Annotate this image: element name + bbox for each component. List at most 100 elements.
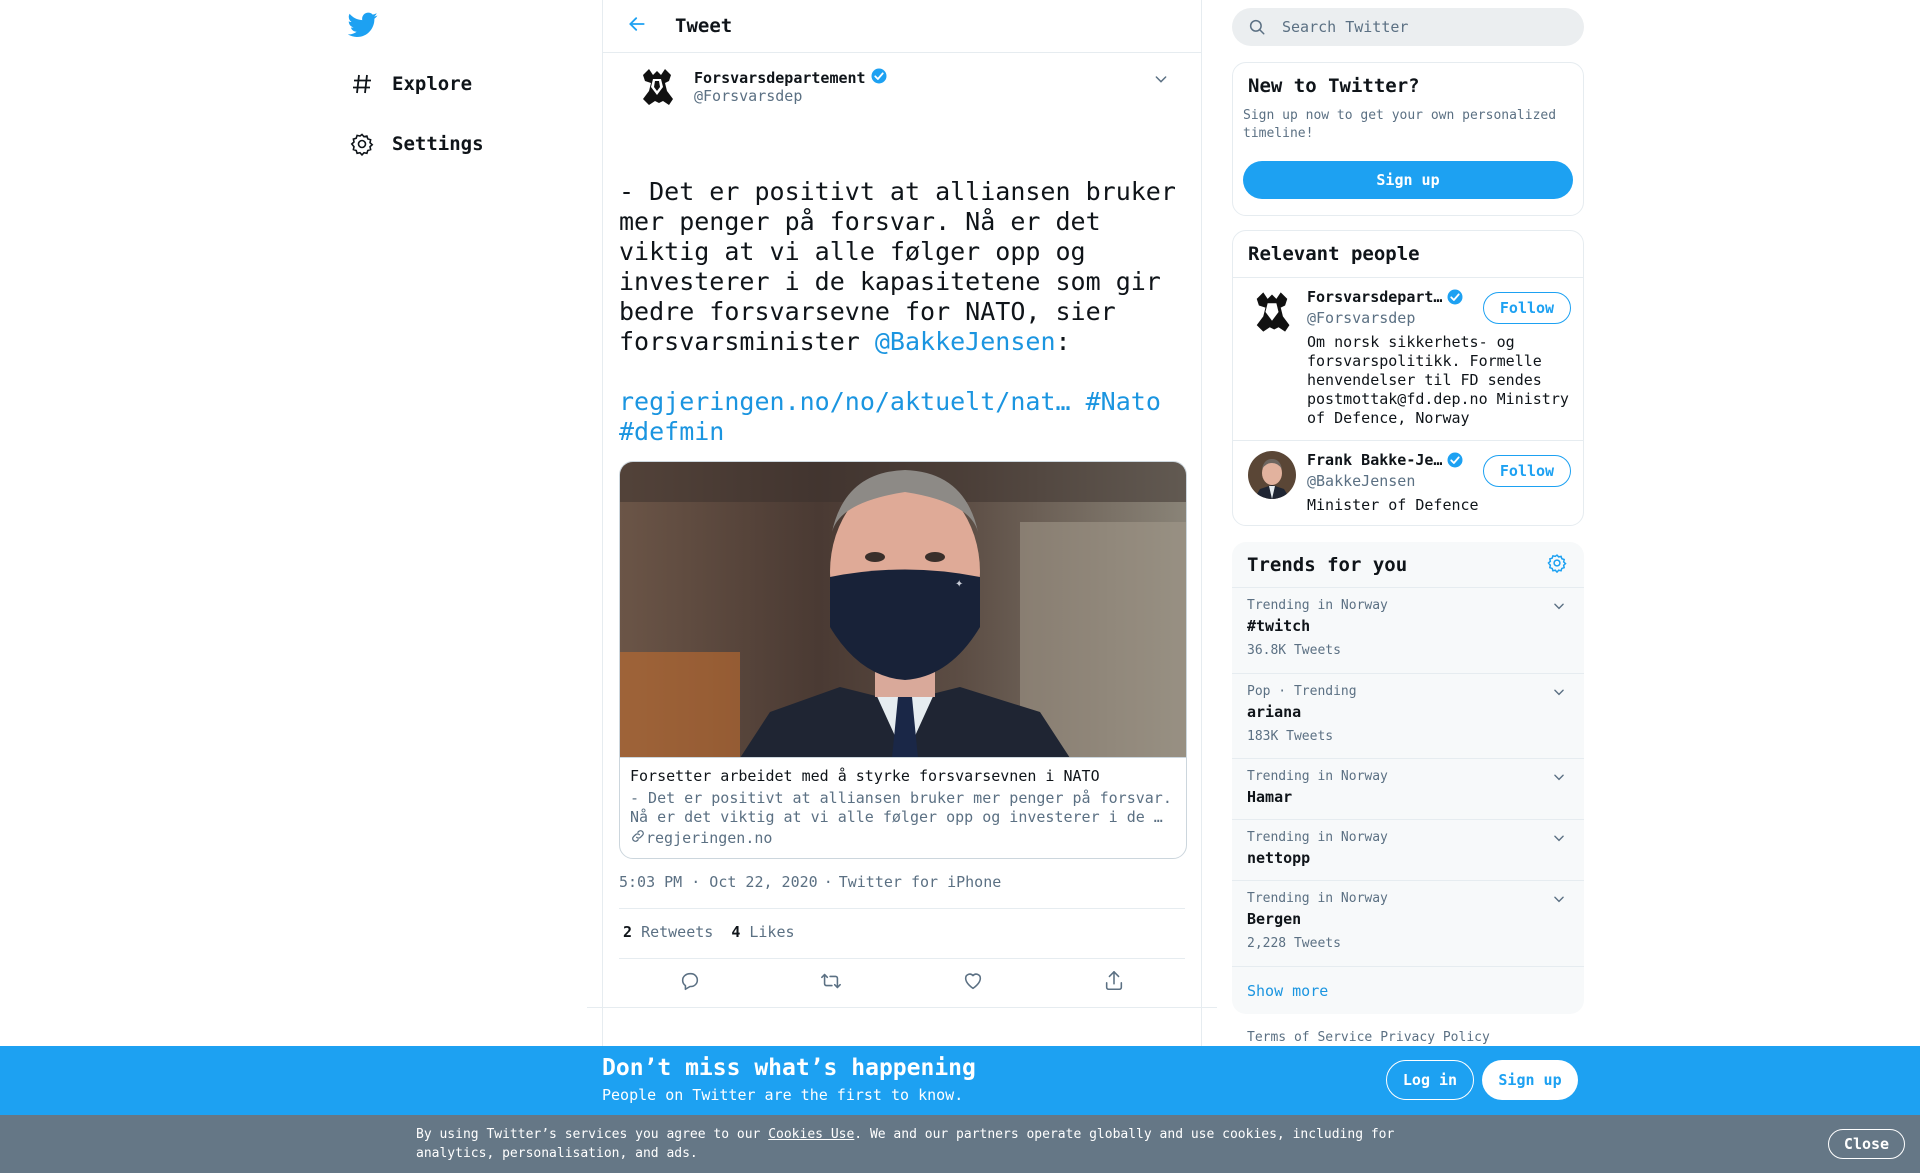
trend-item[interactable]: Trending in Norway nettopp [1232,819,1584,880]
search-bar[interactable] [1232,8,1584,46]
person-item[interactable]: Forsvarsdepart… @Forsvarsdep Om norsk si… [1233,277,1583,440]
person-bio: Minister of Defence [1307,496,1479,514]
chevron-down-icon [1552,598,1566,617]
tweet-menu-button[interactable] [1149,69,1173,93]
tweet-header: Forsvarsdepartement @Forsvarsdep [619,53,1185,125]
tweet-url-link[interactable]: regjeringen.no/no/aktuelt/nat… [619,387,1071,416]
author-avatar[interactable] [635,65,681,111]
login-button[interactable]: Log in [1386,1060,1474,1100]
nav-explore[interactable]: Explore [348,64,472,104]
retweets-label: Retweets [641,923,714,941]
share-button[interactable] [1094,963,1134,1003]
avatar[interactable] [1248,288,1296,336]
author-handle[interactable]: @Forsvarsdep [694,87,802,105]
new-to-twitter-box: New to Twitter? Sign up now to get your … [1232,62,1584,216]
divider [619,908,1185,909]
twitter-bird-icon[interactable] [347,12,380,44]
new-to-twitter-subtitle: Sign up now to get your own personalized… [1243,108,1557,141]
card-image: ✦ [620,462,1186,758]
card-domain: regjeringen.no [630,828,1176,848]
trend-name: nettopp [1247,849,1311,867]
signup-button[interactable]: Sign up [1482,1060,1578,1100]
heart-icon [962,970,984,996]
reply-button[interactable] [670,963,710,1003]
like-button[interactable] [953,963,993,1003]
person-handle: @BakkeJensen [1307,472,1416,490]
tweet-mention-link[interactable]: @BakkeJensen [875,327,1056,356]
avatar[interactable] [1248,451,1296,499]
tweet-metadata: 5:03 PM · Oct 22, 2020 · Twitter for iPh… [619,873,1001,891]
back-button[interactable] [619,8,655,44]
trend-menu-button[interactable] [1548,889,1570,911]
relevant-people-title: Relevant people [1248,243,1420,265]
link-preview-card[interactable]: ✦ Forsetter arbeidet med å styrke forsva… [619,461,1187,859]
trend-item[interactable]: Trending in Norway Bergen 2,228 Tweets [1232,880,1584,966]
chevron-down-icon [1552,769,1566,788]
sidebar-signup-button[interactable]: Sign up [1243,161,1573,199]
trend-count: 36.8K Tweets [1247,643,1341,658]
search-input[interactable] [1282,18,1562,36]
person-name[interactable]: Forsvarsdepart… [1307,288,1467,306]
verified-badge-icon [870,67,888,89]
tweet-source[interactable]: Twitter for iPhone [839,873,1002,891]
trend-count: 183K Tweets [1247,729,1334,744]
trend-menu-button[interactable] [1548,828,1570,850]
trends-title: Trends for you [1247,554,1408,576]
cookie-text: By using Twitter’s services you agree to… [416,1125,1416,1163]
trend-menu-button[interactable] [1548,682,1570,704]
follow-button[interactable]: Follow [1483,455,1571,487]
tweet-text-colon: : [1055,327,1071,356]
page-title: Tweet [675,15,733,37]
person-item[interactable]: Frank Bakke-Je… @BakkeJensen Minister of… [1233,440,1583,525]
cookie-close-button[interactable]: Close [1828,1129,1905,1159]
trend-menu-button[interactable] [1548,596,1570,618]
tweet-text: - Det er positivt at alliansen bruker me… [619,177,1194,447]
card-body: Forsetter arbeidet med å styrke forsvars… [620,758,1186,857]
new-to-twitter-title: New to Twitter? [1248,75,1420,97]
person-name[interactable]: Frank Bakke-Je… [1307,451,1467,469]
signup-banner-title: Don’t miss what’s happening [602,1055,976,1081]
follow-button[interactable]: Follow [1483,292,1571,324]
trend-item[interactable]: Pop · Trending ariana 183K Tweets [1232,673,1584,758]
retweet-button[interactable] [811,963,851,1003]
hashtag-icon [348,70,376,98]
tweet-timestamp[interactable]: 5:03 PM · Oct 22, 2020 [619,873,818,891]
trend-item[interactable]: Trending in Norway Hamar [1232,758,1584,819]
search-icon [1248,17,1268,37]
author-name[interactable]: Forsvarsdepartement [694,67,888,89]
show-more-link[interactable]: Show more [1232,966,1584,1014]
reply-icon [679,970,701,996]
trend-name: Hamar [1247,788,1293,806]
privacy-link[interactable]: Privacy Policy [1380,1030,1490,1045]
nav-settings[interactable]: Settings [348,124,484,164]
trend-count: 2,228 Tweets [1247,936,1341,951]
divider [619,958,1185,959]
link-icon [630,828,646,848]
retweets-stat[interactable]: 2 Retweets [623,923,713,941]
hashtag-link-defmin[interactable]: #defmin [619,417,724,446]
likes-label: Likes [749,923,795,941]
divider [587,1007,1217,1008]
trend-context: Trending in Norway [1247,598,1388,613]
cookie-banner: By using Twitter’s services you agree to… [0,1115,1920,1173]
meta-separator: · [823,873,833,891]
trend-menu-button[interactable] [1548,767,1570,789]
tweet-stats: 2 Retweets 4 Likes [623,923,795,941]
person-name-text: Forsvarsdepart… [1307,288,1443,306]
hashtag-link-nato[interactable]: #Nato [1086,387,1161,416]
likes-stat[interactable]: 4 Likes [731,923,794,941]
trend-context: Trending in Norway [1247,769,1388,784]
main-header: Tweet [603,0,1201,53]
terms-link[interactable]: Terms of Service [1247,1030,1372,1045]
main-column: Tweet Forsvarsdepartement @Forsvarsdep -… [587,0,1217,1046]
trend-item[interactable]: Trending in Norway #twitch 36.8K Tweets [1232,587,1584,673]
signup-banner: Don’t miss what’s happening People on Tw… [0,1046,1920,1115]
trends-settings-button[interactable] [1544,552,1570,578]
footer-links: Terms of Service Privacy Policy [1247,1030,1490,1045]
likes-count: 4 [731,923,741,941]
person-name-text: Frank Bakke-Je… [1307,451,1443,469]
relevant-people-box: Relevant people Forsvarsdepart… @Forsvar… [1232,230,1584,526]
author-name-text: Forsvarsdepartement [694,69,866,87]
card-domain-text: regjeringen.no [646,829,773,847]
cookies-use-link[interactable]: Cookies Use [768,1127,854,1142]
